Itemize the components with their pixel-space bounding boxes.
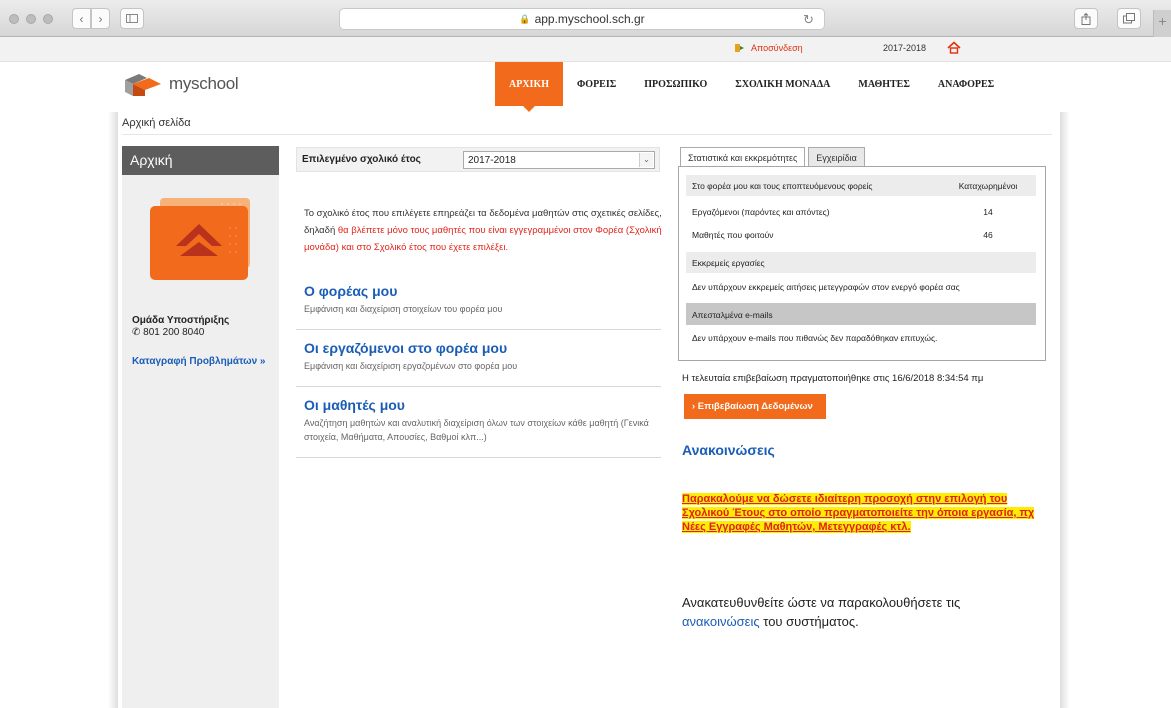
stats-row-employees: Εργαζόμενοι (παρόντες και απόντες) 14 xyxy=(686,207,1036,217)
page: Αποσύνδεση 2017-2018 myschool ΑΡΧΙΚΗ ΦΟΡ… xyxy=(0,37,1171,708)
emails-title: Απεσταλμένα e-mails xyxy=(686,303,1036,325)
section-my-agency[interactable]: Ο φορέας μου Εμφάνιση και διαχείριση στο… xyxy=(296,283,661,330)
nav-school-unit[interactable]: ΣΧΟΛΙΚΗ ΜΟΝΑΔΑ xyxy=(721,62,844,106)
phone-number: 801 200 8040 xyxy=(143,327,205,338)
school-year-label: Επιλεγμένο σχολικό έτος xyxy=(302,154,421,165)
employees-label: Εργαζόμενοι (παρόντες και απόντες) xyxy=(692,207,830,217)
note-text-end: του συστήματος. xyxy=(759,614,859,629)
nav-home[interactable]: ΑΡΧΙΚΗ xyxy=(495,62,563,112)
sidebar: Αρχική Ομάδα Υποστήριξης ✆ 801 200 8040 … xyxy=(122,146,279,708)
logo-text: myschool xyxy=(169,74,239,93)
announcements-title: Ανακοινώσεις xyxy=(682,442,775,458)
statistics-panel: Στο φορέα μου και τους εποπτευόμενους φο… xyxy=(678,166,1046,361)
logout-icon xyxy=(735,44,744,52)
zoom-dot-icon[interactable] xyxy=(43,14,53,24)
content-shadow-right xyxy=(1060,112,1070,708)
phone-icon: ✆ xyxy=(132,327,141,338)
home-icon[interactable] xyxy=(947,41,961,54)
students-label: Μαθητές που φοιτούν xyxy=(692,230,774,240)
nav-staff[interactable]: ΠΡΟΣΩΠΙΚΟ xyxy=(630,62,721,106)
section-title[interactable]: Ο φορέας μου xyxy=(296,283,661,299)
logout-label: Αποσύνδεση xyxy=(751,43,803,53)
nav-students[interactable]: ΜΑΘΗΤΕΣ xyxy=(844,62,924,106)
school-year-value: 2017-2018 xyxy=(468,155,516,166)
nav-reports[interactable]: ΑΝΑΦΟΡΕΣ xyxy=(924,62,1008,106)
report-problems-link[interactable]: Καταγραφή Προβλημάτων » xyxy=(132,356,266,367)
current-school-year: 2017-2018 xyxy=(883,43,927,53)
section-desc: Αναζήτηση μαθητών και αναλυτική διαχείρι… xyxy=(304,418,649,442)
browser-toolbar: ‹ › 🔒 app.myschool.sch.gr ↻ + xyxy=(0,0,1171,37)
stats-column-header: Καταχωρημένοι xyxy=(958,181,1018,191)
top-strip: Αποσύνδεση 2017-2018 xyxy=(0,37,1171,62)
logout-link[interactable]: Αποσύνδεση xyxy=(735,43,803,53)
intro-warning-text: θα βλέπετε μόνο τους μαθητές που είναι ε… xyxy=(304,225,662,253)
announcement-note: Ανακατευθυνθείτε ώστε να παρακολουθήσετε… xyxy=(682,593,1022,631)
forward-icon[interactable]: › xyxy=(91,8,110,29)
logo-mark-icon xyxy=(125,74,161,96)
announcements-link[interactable]: ανακοινώσεις xyxy=(682,614,760,629)
content-shadow-left xyxy=(108,112,118,708)
section-title[interactable]: Οι εργαζόμενοι στο φορέα μου xyxy=(296,340,661,356)
reload-icon[interactable]: ↻ xyxy=(803,12,814,28)
support-phone: ✆ 801 200 8040 xyxy=(132,327,204,338)
home-folder-icon xyxy=(150,198,250,280)
stats-row-students: Μαθητές που φοιτούν 46 xyxy=(686,230,1036,240)
school-year-info: Το σχολικό έτος που επιλέγετε επηρεάζει … xyxy=(304,205,664,256)
sidebar-icon[interactable] xyxy=(120,8,144,29)
last-confirmation: Η τελευταία επιβεβαίωση πραγματοποιήθηκε… xyxy=(682,373,984,384)
address-bar[interactable]: 🔒 app.myschool.sch.gr ↻ xyxy=(339,8,825,30)
section-title[interactable]: Οι μαθητές μου xyxy=(296,397,661,413)
pending-text: Δεν υπάρχουν εκκρεμείς αιτήσεις μετεγγρα… xyxy=(692,282,960,292)
emails-text: Δεν υπάρχουν e-mails που πιθανώς δεν παρ… xyxy=(692,333,938,343)
support-team-title: Ομάδα Υποστήριξης xyxy=(132,315,230,326)
sidebar-title: Αρχική xyxy=(122,146,279,175)
site-header: myschool ΑΡΧΙΚΗ ΦΟΡΕΙΣ ΠΡΟΣΩΠΙΚΟ ΣΧΟΛΙΚΗ… xyxy=(0,62,1171,112)
tab-statistics[interactable]: Στατιστικά και εκκρεμότητες xyxy=(680,147,806,167)
warning-text: Παρακαλούμε να δώσετε ιδιαίτερη προσοχή … xyxy=(682,493,1035,533)
back-icon[interactable]: ‹ xyxy=(72,8,91,29)
lock-icon: 🔒 xyxy=(519,13,531,24)
url-text: app.myschool.sch.gr xyxy=(534,12,645,26)
breadcrumb: Αρχική σελίδα xyxy=(122,117,191,129)
section-my-students[interactable]: Οι μαθητές μου Αναζήτηση μαθητών και ανα… xyxy=(296,397,661,458)
tab-manuals[interactable]: Εγχειρίδια xyxy=(808,147,865,167)
pending-title: Εκκρεμείς εργασίες xyxy=(686,252,1036,273)
tabs-icon[interactable] xyxy=(1117,8,1141,29)
share-icon[interactable] xyxy=(1074,8,1098,29)
close-dot-icon[interactable] xyxy=(9,14,19,24)
stats-header: Στο φορέα μου και τους εποπτευόμενους φο… xyxy=(692,181,873,191)
employees-value: 14 xyxy=(983,207,993,217)
students-value: 46 xyxy=(983,230,993,240)
new-tab-icon[interactable]: + xyxy=(1153,10,1171,37)
minimize-dot-icon[interactable] xyxy=(26,14,36,24)
section-my-employees[interactable]: Οι εργαζόμενοι στο φορέα μου Εμφάνιση κα… xyxy=(296,340,661,387)
confirm-data-button[interactable]: › Επιβεβαίωση Δεδομένων xyxy=(684,394,826,419)
stats-header-row: Στο φορέα μου και τους εποπτευόμενους φο… xyxy=(686,175,1036,196)
chevron-down-icon[interactable]: ⌄ xyxy=(639,153,653,167)
myschool-logo[interactable]: myschool xyxy=(125,72,239,96)
note-text: Ανακατευθυνθείτε ώστε να παρακολουθήσετε… xyxy=(682,595,961,610)
right-tabs: Στατιστικά και εκκρεμότητες Εγχειρίδια xyxy=(680,147,868,167)
section-desc: Εμφάνιση και διαχείριση εργαζομένων στο … xyxy=(304,361,518,371)
nav-agencies[interactable]: ΦΟΡΕΙΣ xyxy=(563,62,630,106)
school-year-selector: Επιλεγμένο σχολικό έτος 2017-2018 ⌄ xyxy=(296,147,660,172)
school-year-select[interactable]: 2017-2018 ⌄ xyxy=(463,151,655,169)
main-nav: ΑΡΧΙΚΗ ΦΟΡΕΙΣ ΠΡΟΣΩΠΙΚΟ ΣΧΟΛΙΚΗ ΜΟΝΑΔΑ Μ… xyxy=(495,62,1008,112)
announcement-warning: Παρακαλούμε να δώσετε ιδιαίτερη προσοχή … xyxy=(682,492,1042,534)
divider xyxy=(122,134,1052,135)
section-desc: Εμφάνιση και διαχείριση στοιχείων του φο… xyxy=(304,304,503,314)
